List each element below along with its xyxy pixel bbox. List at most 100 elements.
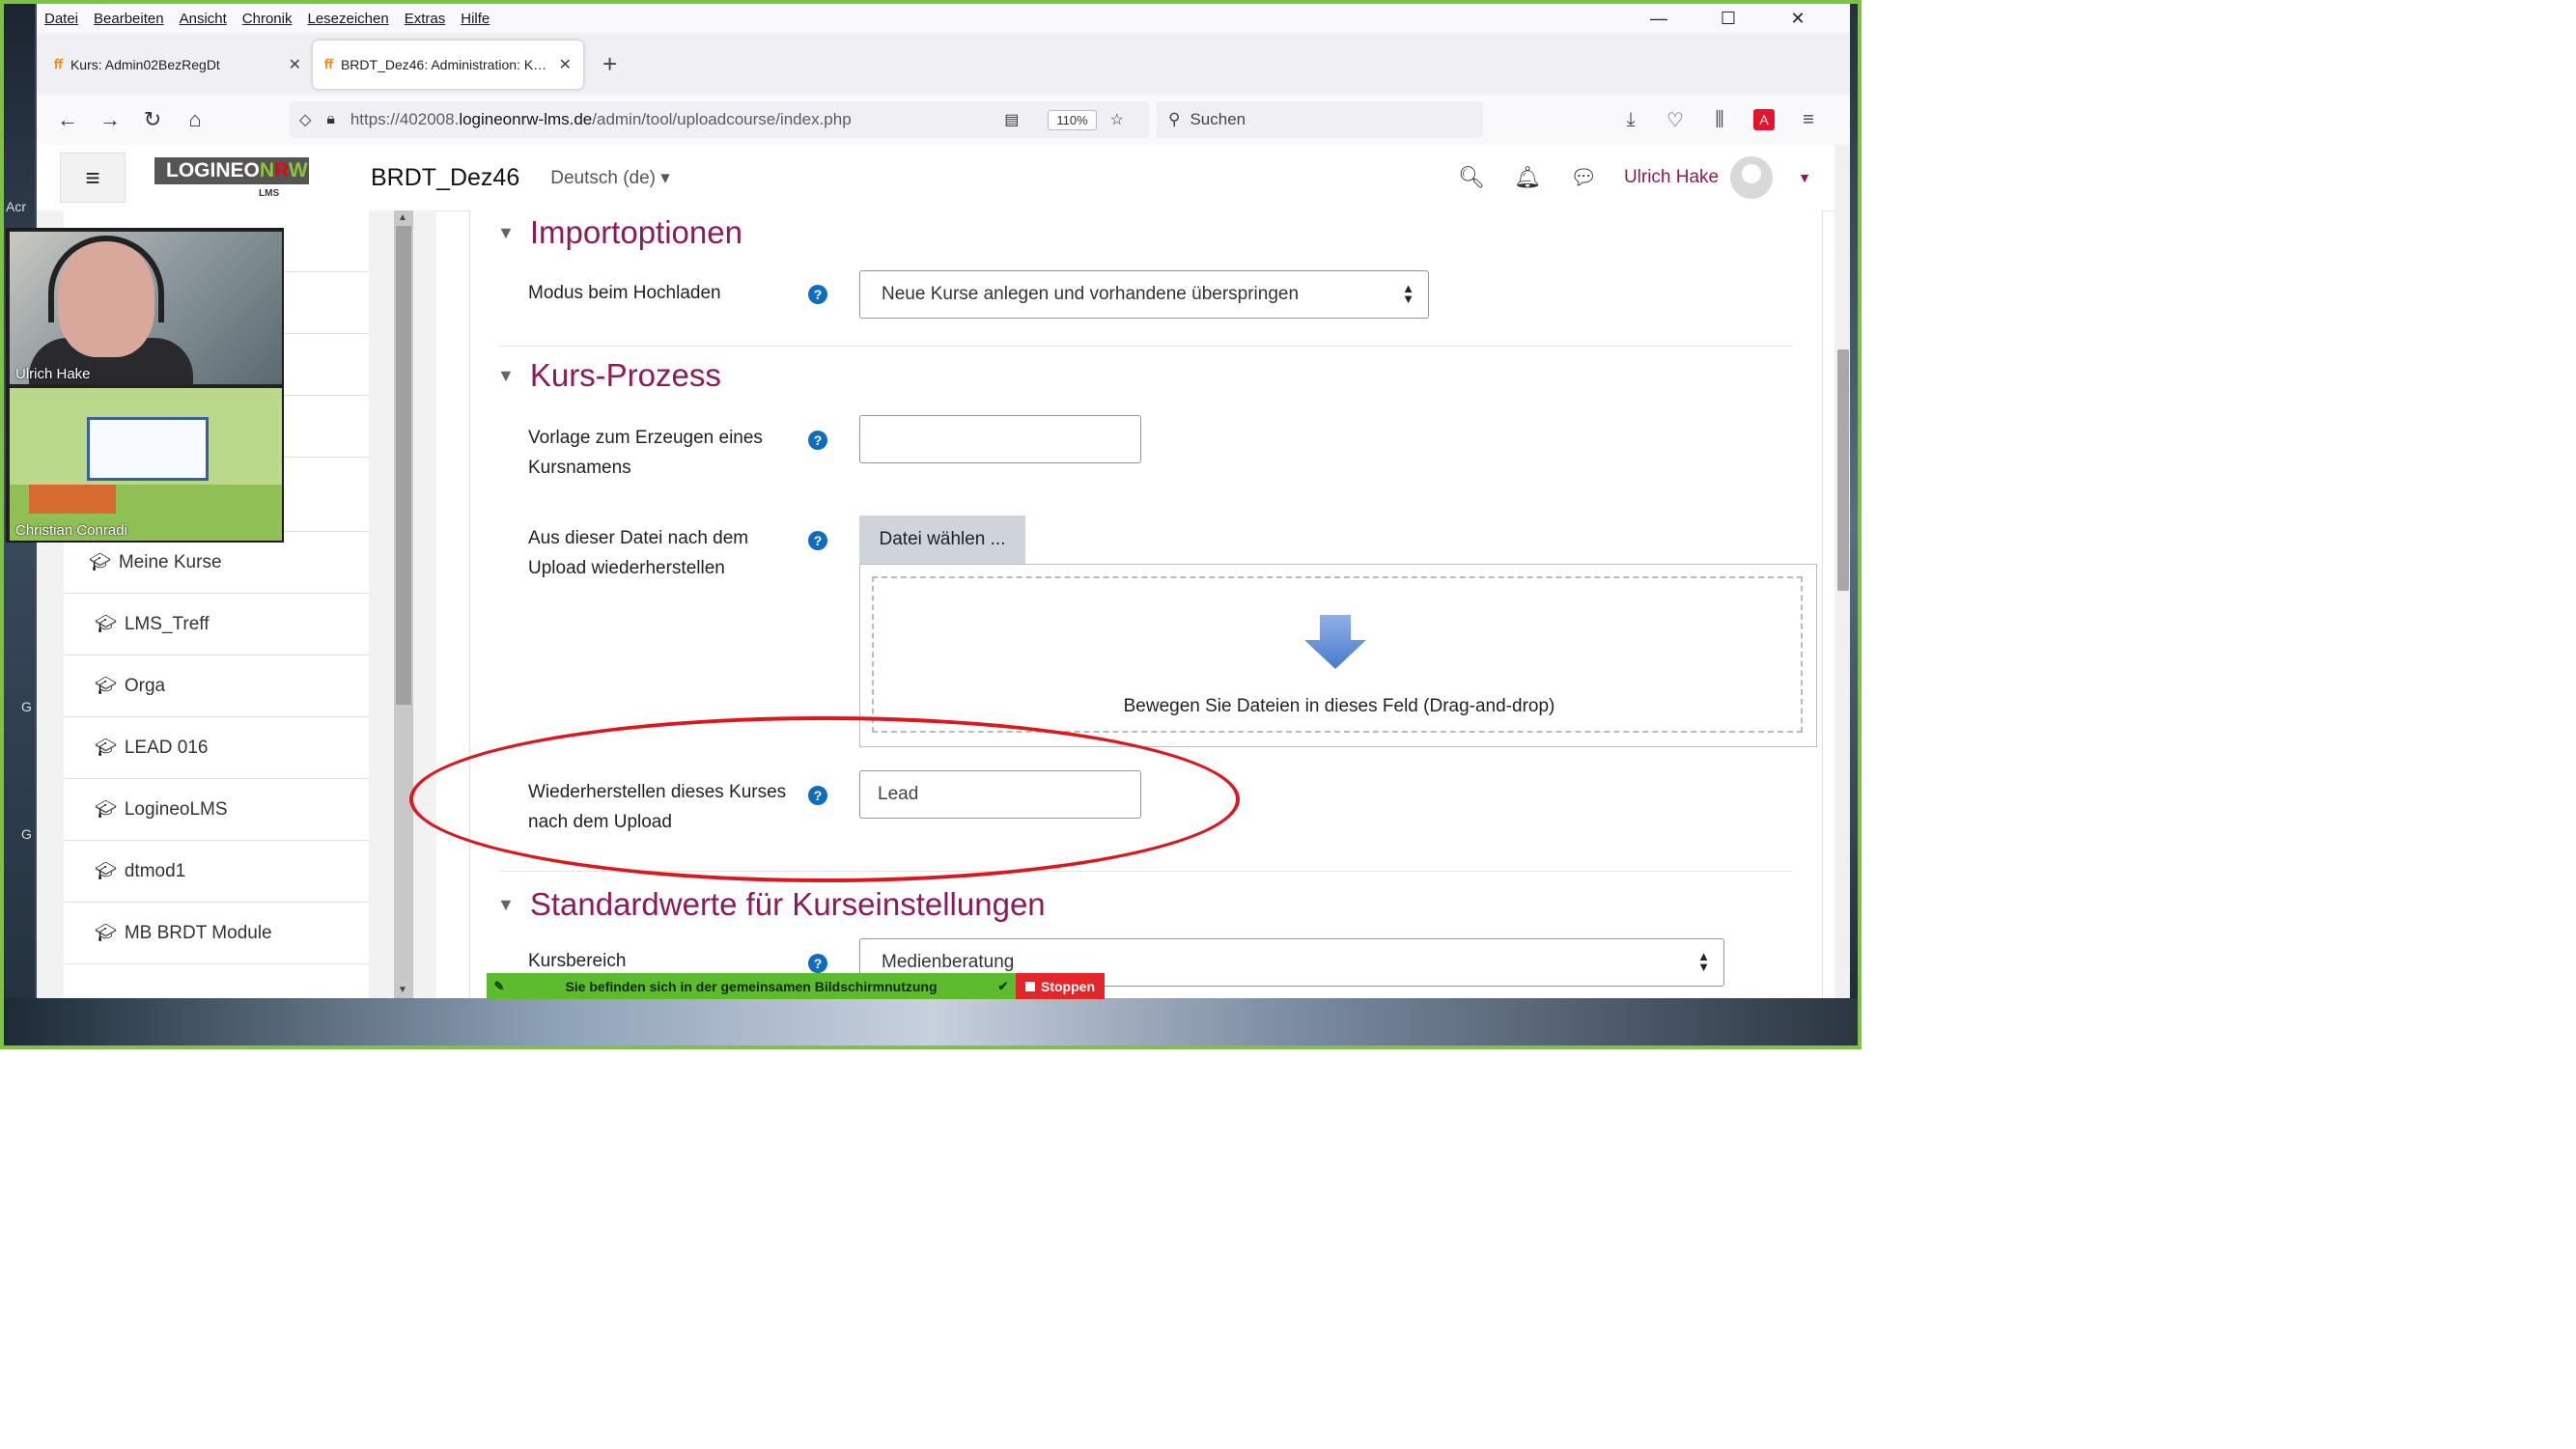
desktop-label: Acr <box>6 199 26 214</box>
drawer-item-course[interactable]: 🎓︎ Orga <box>64 655 369 717</box>
section-kurs-prozess[interactable]: ▼ Kurs-Prozess <box>497 357 721 394</box>
drawer-item-course[interactable]: 🎓︎ LMS_Treff <box>64 594 369 655</box>
menu-datei[interactable]: Datei <box>44 11 78 27</box>
acrobat-icon[interactable]: A <box>1753 109 1775 130</box>
upload-course-form: ▼ Importoptionen Modus beim Hochladen ? … <box>469 210 1823 998</box>
scroll-down-icon[interactable]: ▼ <box>398 985 407 995</box>
drawer-item-course[interactable]: 🎓︎ dtmod1 <box>64 841 369 903</box>
file-dropzone[interactable]: Bewegen Sie Dateien in dieses Feld (Drag… <box>859 564 1817 747</box>
notification-bell-icon[interactable]: 🔔︎ <box>1514 165 1541 190</box>
app-menu-icon[interactable]: ≡ <box>1786 109 1831 131</box>
select-value: Neue Kurse anlegen und vorhandene übersp… <box>882 284 1300 304</box>
drawer-item-course[interactable]: 🎓︎ LogineoLMS <box>64 779 369 841</box>
moodle-navbar: ≡ LOGINEONRW LMS BRDT_Dez46 Deutsch (de)… <box>37 145 1834 211</box>
select-arrows-icon: ▲ ▼ <box>1402 281 1414 306</box>
page-scrollbar[interactable] <box>1834 145 1850 998</box>
help-icon[interactable]: ? <box>808 954 827 973</box>
language-menu[interactable]: Deutsch (de) ▾ <box>550 167 670 189</box>
avatar[interactable] <box>1730 156 1774 199</box>
menu-bearbeiten[interactable]: Bearbeiten <box>94 11 164 27</box>
tab-label: Kurs: Admin02BezRegDt <box>70 57 220 72</box>
toolbar-icons: ⤓ ♡ ⫼ A ≡ <box>1609 95 1831 145</box>
back-icon[interactable]: ← <box>46 107 89 132</box>
drawer-item-label: MB BRDT Module <box>124 922 272 943</box>
logo-text: LOGINEONRW <box>166 159 308 181</box>
tab-label: BRDT_Dez46: Administration: Kurse <box>340 57 551 72</box>
reader-view-icon[interactable]: ▤ <box>1004 110 1019 129</box>
messages-icon[interactable]: 💬︎ <box>1570 165 1597 190</box>
drawer-item-course[interactable]: 🎓︎ MB BRDT Module <box>64 903 369 964</box>
video-panel[interactable]: Ulrich Hake Christian Conradi <box>6 228 284 543</box>
video-tile[interactable]: Ulrich Hake <box>10 232 282 384</box>
forward-icon[interactable]: → <box>89 107 131 132</box>
menu-chronik[interactable]: Chronik <box>242 11 293 27</box>
scrollbar-thumb[interactable] <box>1837 349 1849 591</box>
pocket-icon[interactable]: ♡ <box>1653 108 1697 132</box>
share-message: Sie befinden sich in der gemeinsamen Bil… <box>565 978 938 994</box>
drawer-item-course[interactable]: 🎓︎ LEAD 016 <box>64 717 369 779</box>
search-icon: ⚲ <box>1168 110 1181 128</box>
pin-icon[interactable]: ✎ <box>487 979 512 994</box>
restore-file-label: Aus dieser Datei nach dem Upload wiederh… <box>528 528 749 578</box>
section-importoptionen[interactable]: ▼ Importoptionen <box>497 214 742 251</box>
select-arrows-icon: ▲ ▼ <box>1697 949 1710 974</box>
user-name[interactable]: Ulrich Hake <box>1624 167 1719 188</box>
search-input[interactable]: ⚲ Suchen <box>1157 101 1483 138</box>
library-icon[interactable]: ⫼ <box>1697 109 1742 131</box>
site-name[interactable]: BRDT_Dez46 <box>371 164 519 192</box>
drawer-scrollbar[interactable]: ▲ ▼ <box>394 210 413 998</box>
home-icon[interactable]: ⌂ <box>174 107 216 132</box>
template-input[interactable] <box>859 415 1141 463</box>
collapse-triangle-icon: ▼ <box>497 894 515 914</box>
video-tile[interactable]: Christian Conradi <box>10 388 282 541</box>
logineo-logo[interactable]: LOGINEONRW LMS <box>154 153 309 202</box>
hamburger-icon: ≡ <box>85 162 100 192</box>
graduation-cap-icon: 🎓︎ <box>95 676 117 695</box>
upload-mode-select[interactable]: Neue Kurse anlegen und vorhandene übersp… <box>859 270 1429 319</box>
scrollbar-thumb[interactable] <box>396 226 411 705</box>
stop-sharing-button[interactable]: Stoppen <box>1016 973 1105 999</box>
menu-extras[interactable]: Extras <box>405 11 446 27</box>
download-arrow-icon <box>1304 615 1366 669</box>
screen-share-bar[interactable]: ✎ Sie befinden sich in der gemeinsamen B… <box>487 973 1016 999</box>
menu-hilfe[interactable]: Hilfe <box>461 11 490 27</box>
help-icon[interactable]: ? <box>808 285 827 304</box>
lock-icon[interactable]: 🔒︎ <box>326 111 335 128</box>
tab-close-icon[interactable]: ✕ <box>559 55 572 74</box>
zoom-level[interactable]: 110% <box>1048 109 1097 130</box>
tab-close-icon[interactable]: ✕ <box>289 55 301 74</box>
tab-kurs[interactable]: ﬀ Kurs: Admin02BezRegDt ✕ <box>42 41 313 89</box>
section-title: Kurs-Prozess <box>529 357 721 393</box>
downloads-icon[interactable]: ⤓ <box>1609 109 1653 131</box>
scroll-up-icon[interactable]: ▲ <box>398 212 407 223</box>
minimize-icon[interactable]: — <box>1632 9 1686 29</box>
choose-file-button[interactable]: Datei wählen ... <box>859 516 1025 564</box>
menubar: Datei Bearbeiten Ansicht Chronik Lesezei… <box>37 4 1850 33</box>
close-window-icon[interactable]: ✕ <box>1771 9 1825 29</box>
new-tab-icon[interactable]: + <box>602 49 617 79</box>
reload-icon[interactable]: ↻ <box>131 107 174 132</box>
url-bar[interactable]: ◇ 🔒︎ https://402008.logineonrw-lms.de/ad… <box>290 101 1149 138</box>
graduation-cap-icon: 🎓︎ <box>95 861 117 880</box>
drawer-item-label: dtmod1 <box>124 860 186 881</box>
drawer-toggle-button[interactable]: ≡ <box>60 153 126 203</box>
menu-lesezeichen[interactable]: Lesezeichen <box>307 11 388 27</box>
participant-name: Ulrich Hake <box>15 366 91 382</box>
help-icon[interactable]: ? <box>808 531 827 550</box>
graduation-cap-icon: 🎓︎ <box>95 923 117 942</box>
desktop-label: G <box>21 699 32 714</box>
stop-label: Stoppen <box>1041 978 1095 994</box>
maximize-icon[interactable]: ☐ <box>1701 9 1755 29</box>
bookmark-star-icon[interactable]: ☆ <box>1110 110 1124 129</box>
section-standardwerte[interactable]: ▼ Standardwerte für Kurseinstellungen <box>497 886 1046 923</box>
user-menu-chevron-down-icon[interactable]: ▼ <box>1798 170 1811 185</box>
drawer-item-label: LMS_Treff <box>124 613 210 634</box>
help-icon[interactable]: ? <box>808 431 827 450</box>
shield-icon[interactable]: ◇ <box>299 110 311 129</box>
menu-ansicht[interactable]: Ansicht <box>180 11 227 27</box>
section-title: Standardwerte für Kurseinstellungen <box>529 886 1046 922</box>
search-icon[interactable]: 🔍︎ <box>1458 165 1485 190</box>
virtual-background-board <box>87 417 209 481</box>
tab-administration[interactable]: ﬀ BRDT_Dez46: Administration: Kurse ✕ <box>313 41 583 89</box>
screen-share-frame: Acr G G Datei Bearbeiten Ansicht Chronik… <box>0 0 1862 1049</box>
